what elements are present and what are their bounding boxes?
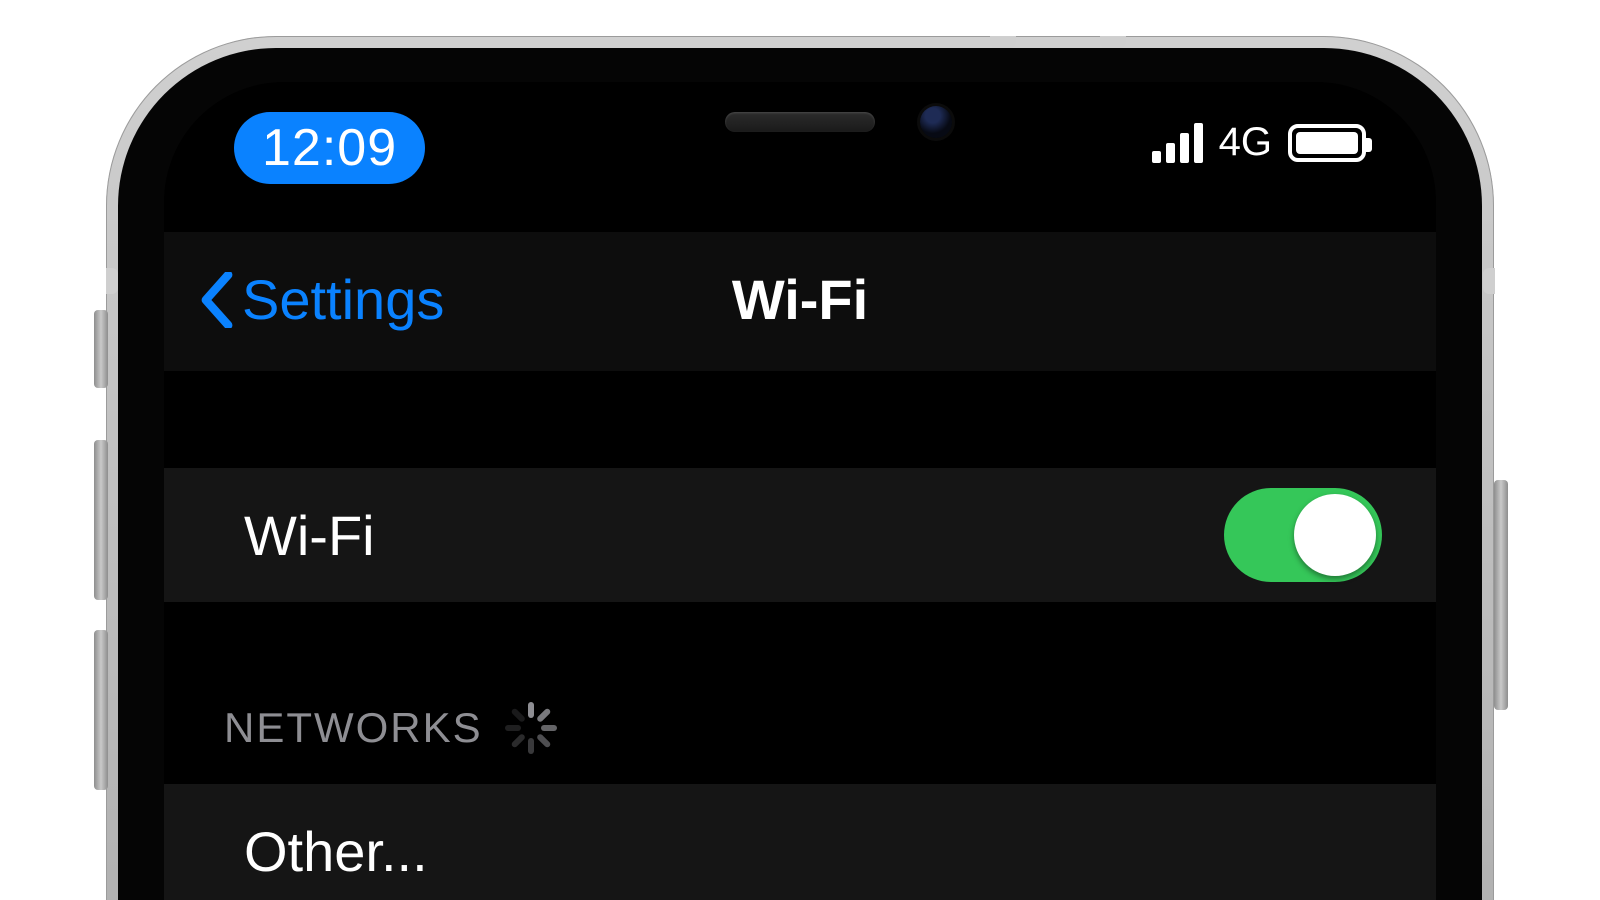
side-power-button bbox=[1494, 480, 1508, 710]
battery-icon bbox=[1288, 124, 1366, 162]
volume-up-button bbox=[94, 440, 108, 600]
viewport: 12:09 4G bbox=[0, 0, 1600, 900]
wifi-toggle-row[interactable]: Wi-Fi bbox=[164, 468, 1436, 602]
battery-fill bbox=[1296, 132, 1358, 154]
wifi-row-label: Wi-Fi bbox=[244, 503, 375, 568]
device-frame: 12:09 4G bbox=[106, 36, 1494, 900]
other-network-label: Other... bbox=[244, 819, 428, 884]
front-camera bbox=[920, 106, 952, 138]
device-bezel: 12:09 4G bbox=[118, 48, 1482, 900]
status-indicators: 4G bbox=[1152, 120, 1366, 165]
page-title: Wi-Fi bbox=[164, 267, 1436, 332]
screen: 12:09 4G bbox=[164, 82, 1436, 900]
status-time-text: 12:09 bbox=[262, 119, 397, 177]
volume-down-button bbox=[94, 630, 108, 790]
loading-spinner-icon bbox=[505, 702, 557, 754]
networks-header-label: NETWORKS bbox=[224, 704, 483, 752]
navigation-bar: Settings Wi-Fi bbox=[164, 232, 1436, 372]
earpiece-speaker bbox=[725, 112, 875, 132]
switch-knob bbox=[1294, 494, 1376, 576]
networks-section-header: NETWORKS bbox=[224, 702, 1436, 754]
antenna-line bbox=[106, 268, 118, 294]
content-area: Wi-Fi NETWORKS Other... bbox=[164, 372, 1436, 900]
network-type-label: 4G bbox=[1219, 120, 1272, 165]
display-notch bbox=[530, 82, 1070, 160]
antenna-line bbox=[990, 36, 1016, 48]
ring-silent-switch bbox=[94, 310, 108, 388]
wifi-switch[interactable] bbox=[1224, 488, 1382, 582]
status-time-pill[interactable]: 12:09 bbox=[234, 112, 425, 184]
other-network-row[interactable]: Other... bbox=[164, 784, 1436, 900]
cellular-signal-icon bbox=[1152, 123, 1203, 163]
antenna-line bbox=[1100, 36, 1126, 48]
antenna-line bbox=[1483, 268, 1495, 294]
